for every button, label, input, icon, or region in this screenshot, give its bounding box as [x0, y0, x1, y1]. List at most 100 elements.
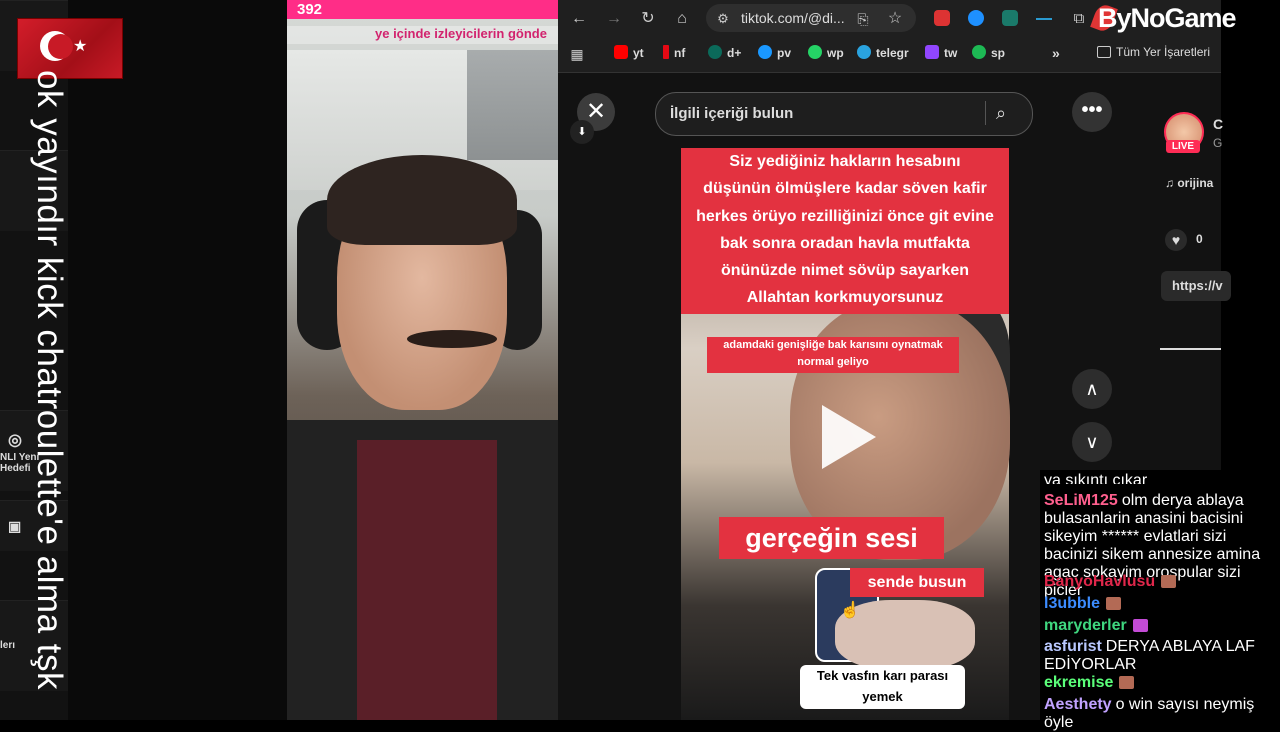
search-icon[interactable]: ⌕: [996, 103, 1018, 125]
chat-username[interactable]: Aesthety: [1044, 696, 1112, 713]
install-app-icon[interactable]: ⎘: [852, 8, 874, 30]
chat-message: BanyoHavlusu: [1044, 573, 1276, 591]
chat-username[interactable]: ekremise: [1044, 674, 1113, 691]
more-bookmarks-icon[interactable]: »: [1052, 45, 1060, 61]
bottom-caption-line: Tek vasfın karı parası: [816, 668, 949, 683]
bookmark-label: wp: [827, 46, 844, 60]
caption-line: Siz yediğiniz hakların hesabını: [729, 153, 961, 170]
chat-username[interactable]: maryderler: [1044, 617, 1127, 634]
sub-caption-line: normal geliyo: [797, 356, 869, 368]
spotify-icon: [972, 45, 986, 59]
prime-video-icon: [758, 45, 772, 59]
ticker-text: ye içinde izleyicilerin gönde: [375, 26, 547, 41]
music-label[interactable]: ♫ orijina: [1165, 176, 1213, 190]
previous-video-button[interactable]: ∧: [1072, 369, 1112, 409]
url-text: tiktok.com/@di...: [741, 10, 845, 26]
chat-username[interactable]: l3ubble: [1044, 595, 1100, 612]
heart-icon[interactable]: ♥: [1165, 229, 1187, 251]
emote-icon: [1106, 597, 1122, 610]
bookmark-telegr[interactable]: telegr: [857, 45, 909, 60]
live-badge: LIVE: [1166, 140, 1200, 153]
cursor-icon: ☝: [840, 602, 860, 619]
extension-icon[interactable]: [1036, 10, 1052, 20]
flag-crescent-cut: [48, 34, 73, 59]
reload-icon[interactable]: ↻: [637, 8, 659, 30]
caption-line: bak sonra oradan havla mutfakta: [720, 235, 970, 252]
viewer-count-bar: [287, 0, 558, 19]
small-caption: sende busun: [850, 568, 984, 597]
bookmark-wp[interactable]: wp: [808, 45, 844, 60]
chat-message: l3ubble: [1044, 595, 1276, 613]
apps-grid-icon[interactable]: ▦: [566, 43, 588, 65]
home-icon[interactable]: ⌂: [671, 8, 693, 30]
author-subtitle: G: [1213, 136, 1223, 150]
tab-underline: [1160, 348, 1221, 350]
streamer-hair: [327, 155, 517, 245]
folder-icon: [1097, 46, 1111, 58]
more-options-button[interactable]: •••: [1072, 92, 1112, 132]
disney-plus-icon: [708, 45, 722, 59]
all-bookmarks[interactable]: Tüm Yer İşaretleri: [1097, 45, 1210, 59]
bookmark-yt[interactable]: yt: [614, 45, 644, 60]
streamer-mustache: [407, 330, 497, 348]
bookmark-pv[interactable]: pv: [758, 45, 791, 60]
caption-line: önünüzde nimet sövüp sayarken: [720, 262, 970, 279]
like-count: 0: [1196, 232, 1203, 246]
big-caption: gerçeğin sesi: [719, 517, 944, 559]
bookmark-label: sp: [991, 46, 1006, 60]
bookmark-label: yt: [633, 46, 644, 60]
extensions-puzzle-icon[interactable]: ⧉: [1068, 8, 1090, 30]
link-text: https://v: [1172, 278, 1223, 293]
emote-icon: [1119, 676, 1135, 689]
bookmark-tw[interactable]: tw: [925, 45, 957, 60]
site-info-icon[interactable]: ⚙: [712, 8, 734, 30]
chat-message: ya sıkıntı çıkar: [1044, 472, 1276, 484]
caption-line: herkes örüyo rezilliğinizi önce git evin…: [696, 208, 994, 225]
chat-message: ekremise: [1044, 674, 1276, 692]
caption-line: Allahtan korkmuyorsunuz: [746, 289, 944, 306]
flag-star-icon: ★: [73, 38, 88, 55]
next-video-button[interactable]: ∨: [1072, 422, 1112, 462]
chat-username[interactable]: SeLiM125: [1044, 492, 1118, 509]
chat-message: maryderler: [1044, 617, 1276, 635]
netflix-icon: [663, 45, 669, 59]
twitch-icon: [925, 45, 939, 59]
extension-icon[interactable]: [1002, 10, 1018, 26]
viewer-count: 392: [297, 1, 323, 18]
back-icon[interactable]: ←: [568, 8, 590, 30]
forward-icon[interactable]: →: [603, 8, 625, 30]
adblock-extension-icon[interactable]: [934, 10, 950, 26]
chat-username[interactable]: asfurist: [1044, 638, 1102, 655]
chat-username[interactable]: BanyoHavlusu: [1044, 573, 1155, 590]
bookmark-label: pv: [777, 46, 792, 60]
author-name[interactable]: C: [1213, 116, 1223, 132]
play-icon[interactable]: [822, 405, 876, 469]
caption-line: düşünün ölmüşlere kadar söven kafir: [703, 180, 987, 197]
bottom-caption: Tek vasfın karı parası yemek: [800, 665, 965, 709]
emote-icon: [1161, 575, 1177, 588]
bookmark-label: d+: [727, 46, 742, 60]
all-bookmarks-label: Tüm Yer İşaretleri: [1116, 45, 1211, 59]
telegram-icon: [857, 45, 871, 59]
bookmark-sp[interactable]: sp: [972, 45, 1005, 60]
sub-caption-line: adamdaki genişliğe bak karısını oynatmak: [723, 339, 943, 351]
download-icon[interactable]: ⬇: [570, 120, 594, 144]
chat-message: asfurist DERYA ABLAYA LAF EDİYORLAR: [1044, 638, 1276, 674]
bookmark-label: nf: [674, 46, 686, 60]
bottom-caption-line: yemek: [862, 689, 903, 704]
search-divider: [985, 101, 986, 125]
youtube-icon: [614, 45, 628, 59]
whatsapp-icon: [808, 45, 822, 59]
bookmark-star-icon[interactable]: ☆: [884, 8, 906, 30]
streamer-shirt: [357, 440, 497, 720]
bookmark-dplus[interactable]: d+: [708, 45, 741, 60]
kitchen-hood: [467, 50, 558, 160]
bookmark-nf[interactable]: nf: [663, 45, 685, 60]
extension-icon[interactable]: [968, 10, 984, 26]
webcam-feed: [287, 0, 558, 720]
sidebar-label: lerı: [0, 640, 16, 651]
search-placeholder: İlgili içeriği bulun: [670, 105, 794, 122]
chat-message: Aesthety o win sayısı neymiş öyle: [1044, 696, 1276, 732]
bookmark-label: telegr: [876, 46, 909, 60]
brand-watermark: ByNoGame: [1098, 3, 1237, 33]
